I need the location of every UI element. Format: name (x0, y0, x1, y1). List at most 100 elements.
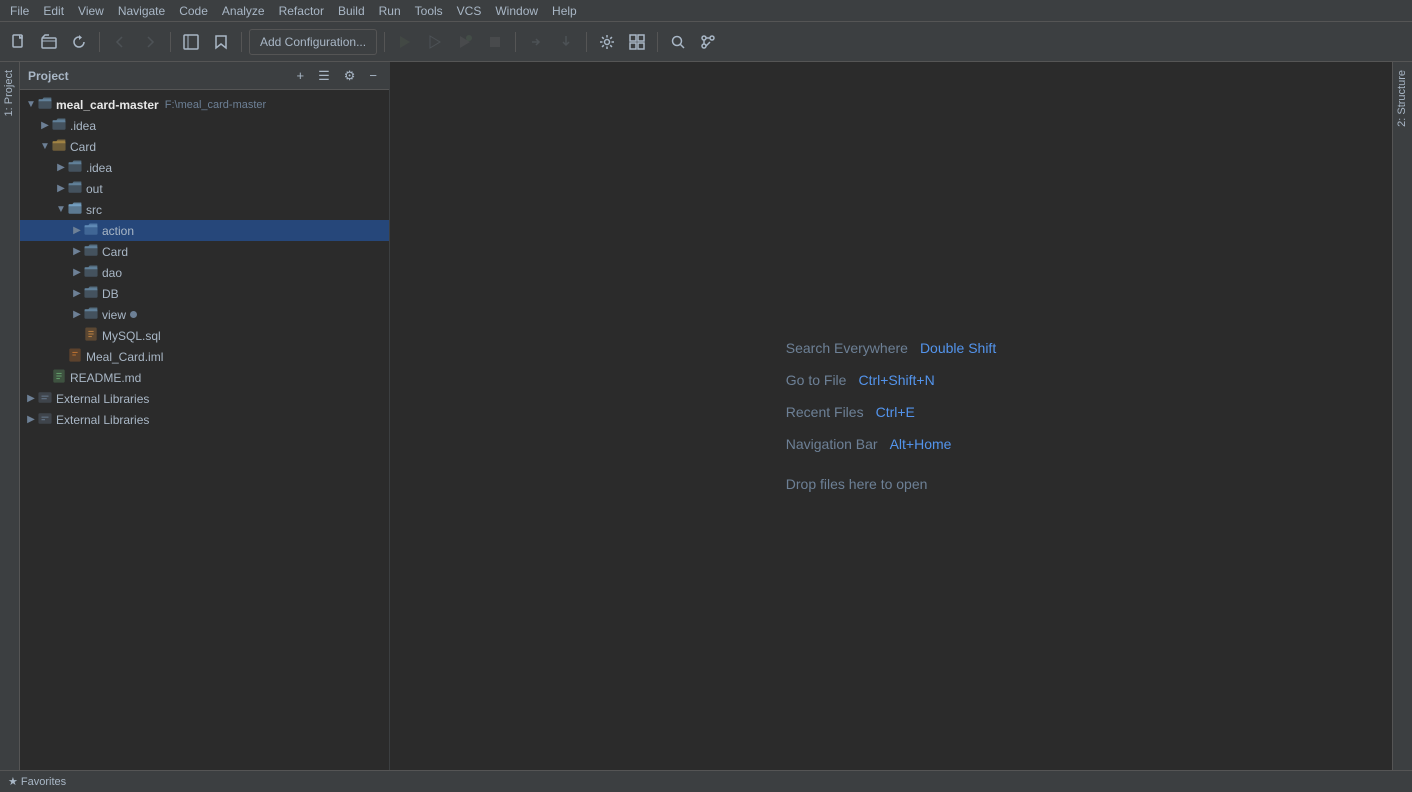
structure-tab[interactable]: 2: Structure (1393, 62, 1412, 135)
scope-btn[interactable]: ☰ (314, 66, 334, 86)
menu-vcs[interactable]: VCS (451, 2, 488, 20)
run-btn[interactable] (392, 28, 418, 56)
toggle-panel-btn[interactable] (178, 28, 204, 56)
goto-file-label: Go to File (786, 372, 847, 388)
forward-btn[interactable] (137, 28, 163, 56)
settings-panel-btn[interactable]: ⚙ (340, 66, 360, 86)
open-btn[interactable] (36, 28, 62, 56)
view-modified-dot (130, 311, 137, 318)
card-arrow: ▼ (38, 141, 52, 152)
back-btn[interactable] (107, 28, 133, 56)
menu-view[interactable]: View (72, 2, 110, 20)
hide-panel-btn[interactable]: − (365, 66, 381, 85)
bookmark-btn[interactable] (208, 28, 234, 56)
menu-analyze[interactable]: Analyze (216, 2, 271, 20)
tree-dao[interactable]: ▶ dao (20, 262, 389, 283)
card-idea-arrow: ▶ (54, 162, 68, 173)
tree-out[interactable]: ▶ out (20, 178, 389, 199)
card-idea-icon (68, 159, 82, 176)
search-everywhere-toolbar-btn[interactable] (665, 28, 691, 56)
toolbar-sep-1 (99, 32, 100, 52)
root-path: F:\meal_card-master (165, 99, 266, 111)
add-configuration-btn[interactable]: Add Configuration... (249, 29, 377, 55)
tree-card[interactable]: ▼ Card (20, 136, 389, 157)
add-scope-btn[interactable]: + (293, 66, 309, 85)
view-label: view (102, 308, 126, 322)
toolbar-sep-4 (384, 32, 385, 52)
tree-idea[interactable]: ▶ .idea (20, 115, 389, 136)
card-label: Card (70, 140, 96, 154)
ext-libs-icon (38, 390, 52, 407)
menu-code[interactable]: Code (173, 2, 214, 20)
out-label: out (86, 182, 103, 196)
navigation-bar-row: Navigation Bar Alt+Home (786, 436, 952, 452)
readme-label: README.md (70, 371, 141, 385)
card-sub-arrow: ▶ (70, 246, 84, 257)
root-folder-icon (38, 96, 52, 113)
toolbar-sep-7 (657, 32, 658, 52)
root-label: meal_card-master (56, 98, 159, 112)
view-icon (84, 306, 98, 323)
settings-btn[interactable] (594, 28, 620, 56)
menu-refactor[interactable]: Refactor (273, 2, 330, 20)
menu-help[interactable]: Help (546, 2, 583, 20)
mealcard-file-icon (68, 348, 82, 365)
sync-btn[interactable] (66, 28, 92, 56)
favorites-tab-label[interactable]: ★ Favorites (8, 775, 66, 788)
tree-root[interactable]: ▼ meal_card-master F:\meal_card-master (20, 94, 389, 115)
menu-tools[interactable]: Tools (409, 2, 449, 20)
db-arrow: ▶ (70, 288, 84, 299)
card-sub-label: Card (102, 245, 128, 259)
src-icon (68, 201, 82, 218)
project-tab[interactable]: 1: Project (0, 62, 19, 124)
card-sub-icon (84, 243, 98, 260)
debug-btn[interactable] (422, 28, 448, 56)
dao-arrow: ▶ (70, 267, 84, 278)
drop-files-label: Drop files here to open (786, 476, 928, 492)
left-vertical-tabs: 1: Project (0, 62, 20, 770)
menu-build[interactable]: Build (332, 2, 371, 20)
tree-src[interactable]: ▼ src (20, 199, 389, 220)
tree-view[interactable]: ▶ view (20, 304, 389, 325)
tree-card-idea[interactable]: ▶ .idea (20, 157, 389, 178)
run-coverage-btn[interactable] (452, 28, 478, 56)
step-into-btn[interactable] (553, 28, 579, 56)
tree-ext-libs[interactable]: ▶ External Libraries (20, 388, 389, 409)
layout-btn[interactable] (624, 28, 650, 56)
scratches-arrow: ▶ (24, 414, 38, 425)
search-everywhere-row: Search Everywhere Double Shift (786, 340, 996, 356)
search-everywhere-shortcut: Double Shift (920, 340, 996, 356)
tree-mysql[interactable]: ▶ MySQL.sql (20, 325, 389, 346)
idea-arrow: ▶ (38, 120, 52, 131)
menu-edit[interactable]: Edit (37, 2, 70, 20)
menu-file[interactable]: File (4, 2, 35, 20)
tree-card-sub[interactable]: ▶ Card (20, 241, 389, 262)
recent-files-label: Recent Files (786, 404, 864, 420)
tree-scratches[interactable]: ▶ External Libraries (20, 409, 389, 430)
new-file-btn[interactable] (6, 28, 32, 56)
menu-run[interactable]: Run (373, 2, 407, 20)
tree-db[interactable]: ▶ DB (20, 283, 389, 304)
stop-btn[interactable] (482, 28, 508, 56)
tree-mealcard[interactable]: ▶ Meal_Card.iml (20, 346, 389, 367)
toolbar-sep-3 (241, 32, 242, 52)
menu-window[interactable]: Window (489, 2, 544, 20)
tree-action[interactable]: ▶ action (20, 220, 389, 241)
out-icon (68, 180, 82, 197)
vcs-operations-btn[interactable] (695, 28, 721, 56)
out-arrow: ▶ (54, 183, 68, 194)
project-tree: ▼ meal_card-master F:\meal_card-master ▶… (20, 90, 389, 770)
toolbar-sep-5 (515, 32, 516, 52)
dao-icon (84, 264, 98, 281)
db-label: DB (102, 287, 119, 301)
project-panel-header: Project + ☰ ⚙ − (20, 62, 389, 90)
tree-readme[interactable]: ▶ README.md (20, 367, 389, 388)
toolbar: Add Configuration... (0, 22, 1412, 62)
goto-file-shortcut: Ctrl+Shift+N (858, 372, 934, 388)
card-idea-label: .idea (86, 161, 112, 175)
scratches-icon (38, 411, 52, 428)
recent-files-row: Recent Files Ctrl+E (786, 404, 915, 420)
drop-files-row: Drop files here to open (786, 468, 928, 492)
step-over-btn[interactable] (523, 28, 549, 56)
menu-navigate[interactable]: Navigate (112, 2, 171, 20)
